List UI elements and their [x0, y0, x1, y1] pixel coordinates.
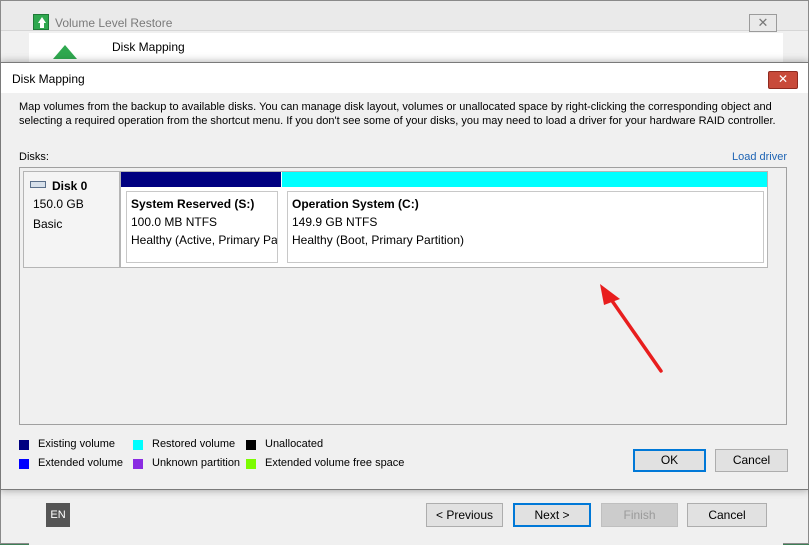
volume-name: Operation System (C:) [292, 197, 419, 211]
legend-label: Unallocated [265, 438, 324, 450]
dialog-cancel-button[interactable]: Cancel [715, 449, 788, 472]
disks-label: Disks: [19, 151, 49, 163]
volume-name: System Reserved (S:) [131, 197, 255, 211]
dialog-title: Disk Mapping [12, 72, 85, 86]
finish-button[interactable]: Finish [601, 503, 678, 527]
volume-filesystem: 100.0 MB NTFS [131, 215, 218, 229]
legend-label: Extended volume [38, 457, 123, 469]
next-button[interactable]: Next > [513, 503, 591, 527]
restore-app-icon [33, 14, 49, 30]
disk-layout: System Reserved (S:) 100.0 MB NTFS Healt… [120, 171, 768, 268]
ok-button[interactable]: OK [633, 449, 706, 472]
disk-type: Basic [33, 217, 63, 231]
wizard-close-icon[interactable]: ✕ [749, 14, 777, 32]
load-driver-link[interactable]: Load driver [732, 151, 787, 163]
volume-details: Operation System (C:) 149.9 GB NTFS Heal… [287, 191, 764, 263]
legend-swatch [246, 459, 256, 469]
disk-0-info[interactable]: Disk 0 150.0 GB Basic [23, 171, 120, 268]
wizard-title: Volume Level Restore [55, 16, 173, 30]
legend-label: Extended volume free space [265, 457, 405, 469]
legend-label: Existing volume [38, 438, 116, 450]
legend-swatch [133, 459, 143, 469]
volume-status: Healthy (Boot, Primary Partition) [292, 233, 465, 247]
legend-swatch [19, 459, 29, 469]
legend-label: Unknown partition [152, 457, 241, 469]
volume-status: Healthy (Active, Primary Pa [131, 233, 278, 247]
dialog-description: Map volumes from the backup to available… [19, 101, 776, 127]
dialog-titlebar: Disk Mapping ✕ [1, 63, 808, 93]
hard-disk-icon [30, 181, 46, 188]
wizard-step-title: Disk Mapping [112, 40, 185, 54]
disk-mapping-dialog: Disk Mapping ✕ Map volumes from the back… [0, 62, 809, 490]
volume-color-bar [121, 172, 281, 187]
volume-operation-system[interactable]: Operation System (C:) 149.9 GB NTFS Heal… [282, 172, 767, 267]
dialog-close-icon[interactable]: ✕ [768, 71, 798, 89]
language-indicator[interactable]: EN [46, 503, 70, 527]
legend-swatch [19, 440, 29, 450]
volume-details: System Reserved (S:) 100.0 MB NTFS Healt… [126, 191, 278, 263]
wizard-cancel-button[interactable]: Cancel [687, 503, 767, 527]
volume-color-bar [282, 172, 767, 187]
volume-filesystem: 149.9 GB NTFS [292, 215, 378, 229]
legend-swatch [133, 440, 143, 450]
disk-name: Disk 0 [52, 179, 88, 193]
previous-button[interactable]: < Previous [426, 503, 503, 527]
volume-system-reserved[interactable]: System Reserved (S:) 100.0 MB NTFS Healt… [121, 172, 281, 267]
disk-size: 150.0 GB [33, 197, 84, 211]
disk-list: Disk 0 150.0 GB Basic System Reserved (S… [19, 167, 787, 425]
legend: Existing volume Restored volume Unalloca… [19, 438, 439, 478]
legend-swatch [246, 440, 256, 450]
legend-label: Restored volume [152, 438, 236, 450]
